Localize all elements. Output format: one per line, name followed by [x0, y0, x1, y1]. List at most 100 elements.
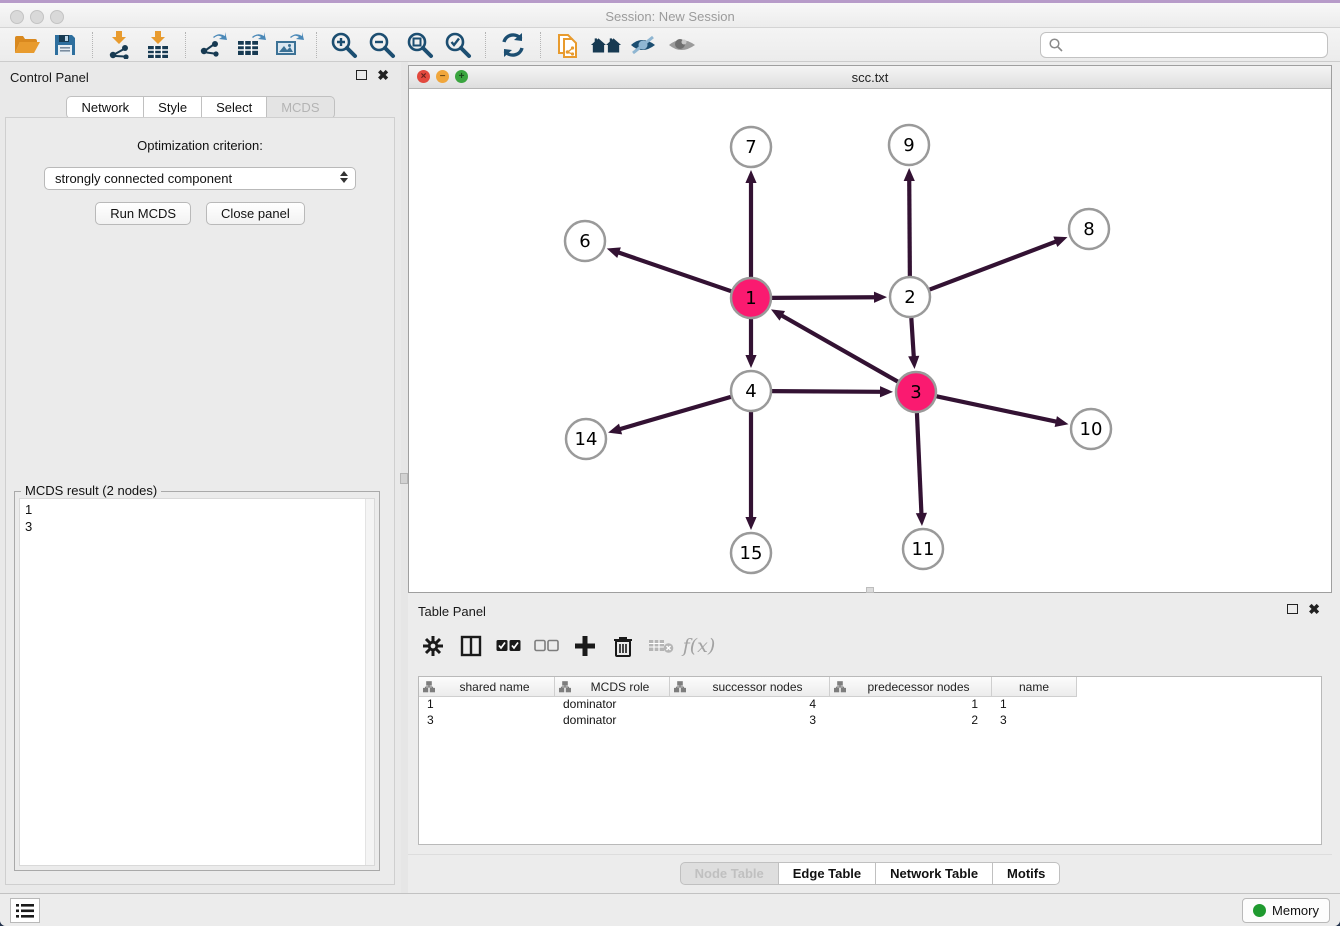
control-tab-mcds[interactable]: MCDS	[267, 96, 334, 119]
table-cell[interactable]: 4	[670, 697, 830, 713]
mcds-result-area[interactable]: 1 3	[19, 498, 375, 866]
deselect-all-columns-icon[interactable]	[534, 633, 560, 659]
table-panel: Table Panel ✖	[408, 596, 1332, 890]
column-header-MCDS-role[interactable]: MCDS role	[555, 677, 670, 697]
optimization-criterion-value: strongly connected component	[55, 171, 232, 186]
column-header-name[interactable]: name	[992, 677, 1077, 697]
close-panel-icon[interactable]: ✖	[377, 70, 389, 80]
table-tab-motifs[interactable]: Motifs	[993, 862, 1060, 885]
graph-node-14[interactable]: 14	[566, 419, 606, 459]
edge-2-3[interactable]	[911, 318, 914, 358]
window-resize-handle[interactable]	[866, 587, 874, 593]
edge-2-9[interactable]	[909, 179, 910, 276]
column-chooser-icon[interactable]	[458, 633, 484, 659]
network-window-titlebar[interactable]: ×−+ scc.txt	[409, 66, 1331, 89]
table-tab-edge-table[interactable]: Edge Table	[779, 862, 876, 885]
optimization-criterion-select[interactable]: strongly connected component	[44, 167, 356, 190]
edge-4-3[interactable]	[772, 391, 882, 392]
memory-button-label: Memory	[1272, 903, 1319, 918]
table-cell[interactable]: 2	[830, 713, 992, 729]
table-cell[interactable]: 1	[419, 697, 555, 713]
search-input[interactable]	[1069, 37, 1319, 53]
table-cell[interactable]: 1	[992, 697, 1077, 713]
edge-3-11[interactable]	[917, 413, 922, 515]
panel-divider[interactable]	[401, 62, 408, 893]
edge-1-6[interactable]	[617, 252, 731, 291]
float-table-panel-icon[interactable]	[1287, 604, 1298, 614]
graph-node-7[interactable]: 7	[731, 127, 771, 167]
graph-node-2[interactable]: 2	[890, 277, 930, 317]
select-all-columns-icon[interactable]	[496, 633, 522, 659]
graph-node-3[interactable]: 3	[896, 372, 936, 412]
column-header-predecessor-nodes[interactable]: predecessor nodes	[830, 677, 992, 697]
table-row[interactable]: 3dominator323	[419, 713, 1321, 729]
import-table-icon[interactable]	[142, 30, 174, 60]
export-image-icon[interactable]	[273, 30, 305, 60]
result-scrollbar[interactable]	[365, 499, 374, 865]
home-icon[interactable]	[590, 30, 622, 60]
edge-arrow-2-9	[904, 168, 915, 181]
close-panel-button[interactable]: Close panel	[206, 202, 305, 225]
table-tab-node-table[interactable]: Node Table	[680, 862, 779, 885]
edge-arrow-1-2	[874, 292, 887, 303]
graph-node-4[interactable]: 4	[731, 371, 771, 411]
graph-node-11[interactable]: 11	[903, 529, 943, 569]
delete-column-icon[interactable]	[610, 633, 636, 659]
show-graphics-details-icon[interactable]	[666, 30, 698, 60]
delete-table-icon[interactable]	[648, 633, 674, 659]
zoom-in-icon[interactable]	[328, 30, 360, 60]
hide-graphics-details-icon[interactable]	[628, 30, 660, 60]
search-box[interactable]	[1040, 32, 1328, 58]
edge-arrow-2-3	[908, 356, 919, 369]
graph-node-15[interactable]: 15	[731, 533, 771, 573]
settings-gear-icon[interactable]	[420, 633, 446, 659]
app-window: Session: New Session	[0, 0, 1340, 926]
graph-node-1[interactable]: 1	[731, 278, 771, 318]
graph-node-10[interactable]: 10	[1071, 409, 1111, 449]
refresh-view-icon[interactable]	[497, 30, 529, 60]
zoom-selected-icon[interactable]	[442, 30, 474, 60]
svg-text:6: 6	[579, 231, 590, 252]
edge-arrow-3-11	[916, 513, 927, 526]
table-tab-network-table[interactable]: Network Table	[876, 862, 993, 885]
network-canvas[interactable]: 7 9 6 8 1 2 4 3 14 10 15 11	[409, 89, 1331, 592]
close-table-panel-icon[interactable]: ✖	[1308, 604, 1320, 614]
float-panel-icon[interactable]	[356, 70, 367, 80]
export-network-icon[interactable]	[197, 30, 229, 60]
export-table-icon[interactable]	[235, 30, 267, 60]
memory-button[interactable]: Memory	[1242, 898, 1330, 923]
open-file-icon[interactable]	[11, 30, 43, 60]
network-graph[interactable]: 7 9 6 8 1 2 4 3 14 10 15 11	[409, 89, 1331, 592]
zoom-out-icon[interactable]	[366, 30, 398, 60]
table-row[interactable]: 1dominator411	[419, 697, 1321, 713]
control-tab-select[interactable]: Select	[202, 96, 267, 119]
edge-3-1[interactable]	[781, 315, 898, 382]
table-cell[interactable]: 3	[992, 713, 1077, 729]
graph-node-9[interactable]: 9	[889, 125, 929, 165]
table-cell[interactable]: dominator	[555, 697, 670, 713]
run-mcds-button[interactable]: Run MCDS	[95, 202, 191, 225]
edge-3-10[interactable]	[937, 396, 1058, 422]
table-cell[interactable]: dominator	[555, 713, 670, 729]
graph-node-6[interactable]: 6	[565, 221, 605, 261]
edge-1-2[interactable]	[772, 297, 876, 298]
duplicate-network-icon[interactable]	[552, 30, 584, 60]
table-cell[interactable]: 3	[670, 713, 830, 729]
divider-handle-icon[interactable]	[400, 473, 408, 484]
task-history-button[interactable]	[10, 898, 40, 923]
edge-2-8[interactable]	[930, 241, 1058, 289]
save-session-icon[interactable]	[49, 30, 81, 60]
table-cell[interactable]: 1	[830, 697, 992, 713]
control-tab-network[interactable]: Network	[66, 96, 144, 119]
graph-node-8[interactable]: 8	[1069, 209, 1109, 249]
column-header-shared-name[interactable]: shared name	[419, 677, 555, 697]
column-header-successor-nodes[interactable]: successor nodes	[670, 677, 830, 697]
edge-4-14[interactable]	[619, 397, 731, 430]
import-network-icon[interactable]	[104, 30, 136, 60]
node-table[interactable]: shared nameMCDS rolesuccessor nodesprede…	[418, 676, 1322, 845]
table-cell[interactable]: 3	[419, 713, 555, 729]
zoom-fit-icon[interactable]	[404, 30, 436, 60]
control-tab-style[interactable]: Style	[144, 96, 202, 119]
add-column-icon[interactable]	[572, 633, 598, 659]
function-builder-icon[interactable]: f(x)	[686, 633, 712, 659]
